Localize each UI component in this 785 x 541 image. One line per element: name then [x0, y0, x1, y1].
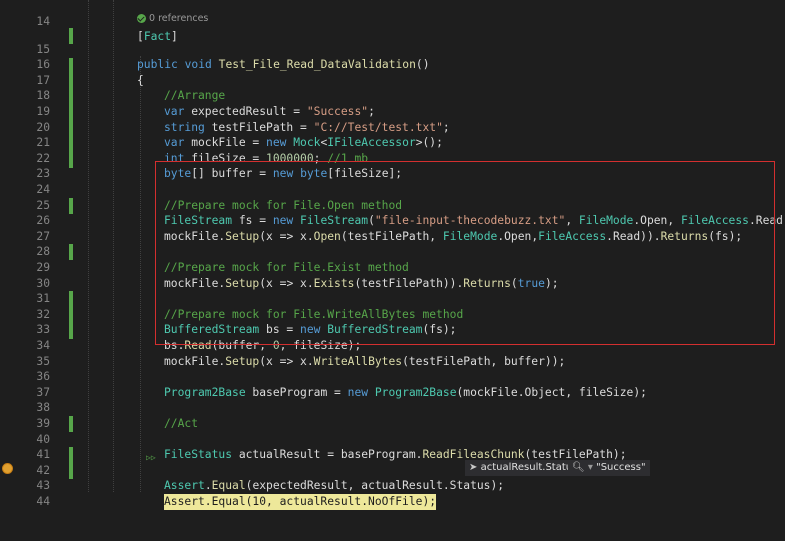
code-line[interactable]: 41 — [0, 432, 785, 461]
code-editor[interactable]: 0 references 14 [Fact] 15 public void Te… — [0, 0, 785, 510]
code-line[interactable]: 14 [Fact] — [0, 0, 785, 44]
run-to-here-icon[interactable]: ▷▷ — [146, 453, 156, 462]
code-line[interactable]: 19 string testFilePath = "C://Test/test.… — [0, 88, 785, 134]
datatip[interactable]: ➤ actualResult.Status — [465, 460, 582, 476]
line-code-current-statement: Assert.Equal(10, actualResult.NoOfFile); — [164, 493, 437, 510]
magnifier-icon[interactable]: 🔍︎ — [572, 462, 585, 473]
code-line[interactable]: 42 Assert.Equal(expectedResult, actualRe… — [0, 447, 785, 493]
code-line[interactable]: 15 public void Test_File_Read_DataValida… — [0, 26, 785, 72]
breakpoint-icon[interactable] — [2, 463, 13, 474]
code-line[interactable]: 39 — [0, 400, 785, 430]
code-line[interactable]: 18 var expectedResult = "Success"; — [0, 73, 785, 118]
code-line[interactable]: 36 Program2Base baseProgram = new Progra… — [0, 354, 785, 399]
code-line[interactable]: 38 //Act — [0, 385, 785, 430]
code-line[interactable]: 22 byte[] buffer = new byte[fileSize]; — [0, 135, 785, 181]
code-line[interactable]: 17 //Arrange — [0, 57, 785, 103]
code-line[interactable]: 40 FileStatus actualResult = baseProgram… — [0, 416, 785, 462]
code-line[interactable]: 21 int fileSize = 1000000; //1 mb — [0, 120, 785, 165]
code-line[interactable]: 37 — [0, 369, 785, 399]
references-label[interactable]: 0 references — [149, 13, 208, 24]
datatip-expression: actualResult.Status — [480, 462, 578, 473]
check-icon — [137, 14, 146, 23]
code-line[interactable]: 20 var mockFile = new Mock<IFileAccessor… — [0, 104, 785, 150]
codelens-references[interactable]: 0 references — [137, 13, 208, 25]
datatip-value-text: "Success" — [596, 462, 646, 473]
code-line[interactable]: 16 { — [0, 42, 785, 87]
pin-icon[interactable]: ➤ — [469, 462, 477, 473]
code-line-current[interactable]: 43 Assert.Equal(10, actualResult.NoOfFil… — [0, 463, 785, 510]
highlight-box — [155, 161, 775, 345]
datatip-value[interactable]: 🔍︎ ▾ "Success" — [568, 460, 650, 476]
line-number: 44 — [36, 494, 50, 508]
